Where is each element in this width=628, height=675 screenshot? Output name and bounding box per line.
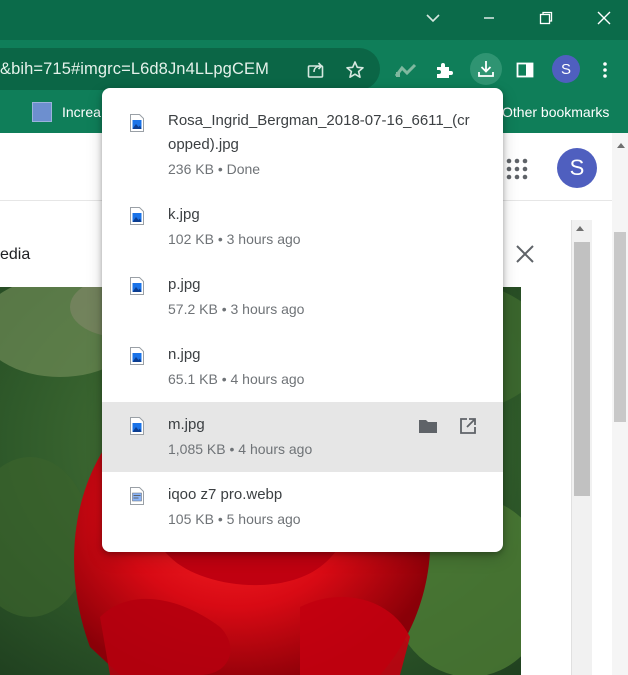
account-avatar[interactable]: S: [557, 148, 597, 188]
webp-file-icon: [130, 487, 144, 505]
download-filename: iqoo z7 pro.webp: [168, 486, 283, 503]
download-item[interactable]: n.jpg 65.1 KB • 4 hours ago: [102, 332, 503, 402]
share-icon[interactable]: [300, 54, 332, 86]
image-file-icon: [130, 207, 144, 225]
download-status: 102 KB • 3 hours ago: [168, 231, 301, 247]
close-icon[interactable]: [512, 241, 538, 267]
image-file-icon: [130, 277, 144, 295]
side-panel-icon[interactable]: [509, 54, 541, 86]
download-status: 65.1 KB • 4 hours ago: [168, 371, 305, 387]
chevron-down-icon[interactable]: [411, 0, 455, 36]
extensions-puzzle-icon[interactable]: [428, 54, 460, 86]
bookmark-star-icon[interactable]: [339, 54, 371, 86]
download-filename: p.jpg: [168, 276, 201, 293]
download-item[interactable]: Rosa_Ingrid_Bergman_2018-07-16_6611_(cr …: [102, 88, 503, 184]
address-bar-url[interactable]: &bih=715#imgrc=L6d8Jn4LLpgCEM: [0, 57, 269, 81]
download-status: 236 KB • Done: [168, 161, 261, 177]
image-file-icon: [130, 347, 144, 365]
scroll-up-arrow-icon[interactable]: [576, 226, 584, 231]
three-dot-menu-icon[interactable]: [589, 54, 621, 86]
download-filename: Rosa_Ingrid_Bergman_2018-07-16_6611_(cr: [168, 112, 470, 129]
downloads-bubble: Rosa_Ingrid_Bergman_2018-07-16_6611_(cr …: [102, 88, 503, 552]
bookmark-item[interactable]: Increa: [62, 104, 101, 120]
panel-scrollbar-thumb[interactable]: [574, 242, 590, 496]
bookmark-favicon: [32, 102, 52, 122]
download-item[interactable]: p.jpg 57.2 KB • 3 hours ago: [102, 262, 503, 332]
minimize-icon[interactable]: [467, 0, 511, 36]
image-file-icon: [130, 114, 144, 132]
download-status: 105 KB • 5 hours ago: [168, 511, 301, 527]
other-bookmarks[interactable]: Other bookmarks: [502, 104, 609, 120]
restore-icon[interactable]: [524, 0, 568, 36]
analytics-extension-icon[interactable]: [390, 54, 422, 86]
folder-icon[interactable]: [417, 415, 439, 437]
close-icon[interactable]: [582, 0, 626, 36]
download-filename: k.jpg: [168, 206, 200, 223]
preview-source-title[interactable]: edia: [0, 246, 30, 264]
download-status: 1,085 KB • 4 hours ago: [168, 441, 313, 457]
google-apps-icon[interactable]: [505, 157, 529, 181]
download-filename: m.jpg: [168, 416, 205, 433]
download-icon[interactable]: [470, 53, 502, 85]
profile-avatar[interactable]: S: [552, 55, 580, 83]
image-file-icon: [130, 417, 144, 435]
download-item[interactable]: m.jpg 1,085 KB • 4 hours ago: [102, 402, 503, 472]
page-scroll-up-arrow-icon[interactable]: [617, 143, 625, 148]
download-item[interactable]: iqoo z7 pro.webp 105 KB • 5 hours ago: [102, 472, 503, 542]
open-external-icon[interactable]: [457, 415, 479, 437]
page-scrollbar-thumb[interactable]: [614, 232, 626, 422]
download-status: 57.2 KB • 3 hours ago: [168, 301, 305, 317]
download-filename: n.jpg: [168, 346, 201, 363]
download-item[interactable]: k.jpg 102 KB • 3 hours ago: [102, 192, 503, 262]
download-filename-line2: opped).jpg: [168, 136, 239, 153]
